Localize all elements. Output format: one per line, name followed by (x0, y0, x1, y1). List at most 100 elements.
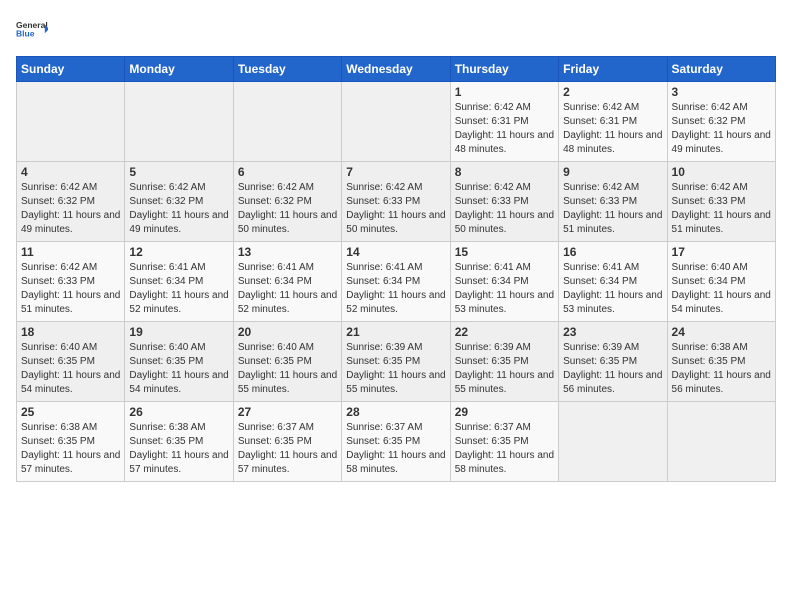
day-number: 22 (455, 325, 554, 339)
day-number: 13 (238, 245, 337, 259)
day-number: 28 (346, 405, 445, 419)
day-info: Sunrise: 6:42 AM Sunset: 6:32 PM Dayligh… (672, 101, 771, 157)
day-info: Sunrise: 6:41 AM Sunset: 6:34 PM Dayligh… (455, 261, 554, 317)
calendar-cell: 24Sunrise: 6:38 AM Sunset: 6:35 PM Dayli… (667, 322, 775, 402)
day-number: 25 (21, 405, 120, 419)
header: General Blue (16, 12, 776, 48)
day-info: Sunrise: 6:37 AM Sunset: 6:35 PM Dayligh… (455, 421, 554, 477)
day-number: 5 (129, 165, 228, 179)
calendar-cell: 26 Sunrise: 6:38 AM Sunset: 6:35 PM Dayli… (125, 402, 233, 482)
day-info: Sunrise: 6:42 AM Sunset: 6:33 PM Dayligh… (455, 181, 554, 237)
day-info: Sunrise: 6:42 AM Sunset: 6:33 PM Dayligh… (563, 181, 662, 237)
calendar-cell: 10Sunrise: 6:42 AM Sunset: 6:33 PM Dayli… (667, 162, 775, 242)
day-number: 16 (563, 245, 662, 259)
svg-text:Blue: Blue (16, 28, 35, 38)
calendar-cell: 9 Sunrise: 6:42 AM Sunset: 6:33 PM Daylig… (559, 162, 667, 242)
day-number: 19 (129, 325, 228, 339)
calendar-cell: 11 Sunrise: 6:42 AM Sunset: 6:33 PM Dayli… (17, 242, 125, 322)
day-info: Sunrise: 6:37 AM Sunset: 6:35 PM Dayligh… (346, 421, 445, 477)
calendar-cell (233, 82, 341, 162)
day-info: Sunrise: 6:42 AM Sunset: 6:32 PM Dayligh… (238, 181, 337, 237)
day-info: Sunrise: 6:40 AM Sunset: 6:35 PM Dayligh… (129, 341, 228, 397)
calendar-cell: 4 Sunrise: 6:42 AM Sunset: 6:32 PM Daylig… (17, 162, 125, 242)
calendar-cell: 3 Sunrise: 6:42 AM Sunset: 6:32 PM Daylig… (667, 82, 775, 162)
day-info: Sunrise: 6:38 AM Sunset: 6:35 PM Dayligh… (129, 421, 228, 477)
logo: General Blue (16, 12, 48, 48)
calendar-cell: 15 Sunrise: 6:41 AM Sunset: 6:34 PM Dayli… (450, 242, 558, 322)
day-info: Sunrise: 6:42 AM Sunset: 6:32 PM Dayligh… (21, 181, 120, 237)
day-info: Sunrise: 6:42 AM Sunset: 6:33 PM Dayligh… (21, 261, 120, 317)
day-number: 3 (672, 85, 771, 99)
calendar-cell: 1 Sunrise: 6:42 AM Sunset: 6:31 PM Daylig… (450, 82, 558, 162)
calendar-header-cell: Monday (125, 57, 233, 82)
day-info: Sunrise: 6:42 AM Sunset: 6:33 PM Dayligh… (346, 181, 445, 237)
day-number: 14 (346, 245, 445, 259)
calendar-cell: 29 Sunrise: 6:37 AM Sunset: 6:35 PM Dayli… (450, 402, 558, 482)
calendar-cell: 5 Sunrise: 6:42 AM Sunset: 6:32 PM Daylig… (125, 162, 233, 242)
day-number: 7 (346, 165, 445, 179)
page: General Blue SundayMondayTuesdayWednesda… (0, 0, 792, 612)
calendar-cell: 20 Sunrise: 6:40 AM Sunset: 6:35 PM Dayli… (233, 322, 341, 402)
calendar-cell (667, 402, 775, 482)
day-info: Sunrise: 6:40 AM Sunset: 6:35 PM Dayligh… (238, 341, 337, 397)
day-number: 8 (455, 165, 554, 179)
day-number: 21 (346, 325, 445, 339)
calendar-cell (17, 82, 125, 162)
calendar-cell: 18 Sunrise: 6:40 AM Sunset: 6:35 PM Dayli… (17, 322, 125, 402)
day-number: 17 (672, 245, 771, 259)
day-info: Sunrise: 6:40 AM Sunset: 6:34 PM Dayligh… (672, 261, 771, 317)
day-info: Sunrise: 6:41 AM Sunset: 6:34 PM Dayligh… (238, 261, 337, 317)
calendar-cell: 8 Sunrise: 6:42 AM Sunset: 6:33 PM Daylig… (450, 162, 558, 242)
calendar-cell: 6 Sunrise: 6:42 AM Sunset: 6:32 PM Daylig… (233, 162, 341, 242)
day-number: 27 (238, 405, 337, 419)
day-number: 26 (129, 405, 228, 419)
calendar-cell: 21 Sunrise: 6:39 AM Sunset: 6:35 PM Dayli… (342, 322, 450, 402)
calendar-cell: 23 Sunrise: 6:39 AM Sunset: 6:35 PM Dayli… (559, 322, 667, 402)
calendar-cell: 2 Sunrise: 6:42 AM Sunset: 6:31 PM Daylig… (559, 82, 667, 162)
calendar-header-row: SundayMondayTuesdayWednesdayThursdayFrid… (17, 57, 776, 82)
day-number: 15 (455, 245, 554, 259)
calendar-cell: 7 Sunrise: 6:42 AM Sunset: 6:33 PM Daylig… (342, 162, 450, 242)
calendar-cell: 28 Sunrise: 6:37 AM Sunset: 6:35 PM Dayli… (342, 402, 450, 482)
day-info: Sunrise: 6:42 AM Sunset: 6:31 PM Dayligh… (455, 101, 554, 157)
logo-svg: General Blue (16, 12, 48, 48)
day-info: Sunrise: 6:38 AM Sunset: 6:35 PM Dayligh… (672, 341, 771, 397)
day-number: 23 (563, 325, 662, 339)
day-number: 20 (238, 325, 337, 339)
day-number: 9 (563, 165, 662, 179)
calendar-week-row: 25 Sunrise: 6:38 AM Sunset: 6:35 PM Dayli… (17, 402, 776, 482)
day-info: Sunrise: 6:41 AM Sunset: 6:34 PM Dayligh… (563, 261, 662, 317)
day-info: Sunrise: 6:41 AM Sunset: 6:34 PM Dayligh… (346, 261, 445, 317)
day-info: Sunrise: 6:40 AM Sunset: 6:35 PM Dayligh… (21, 341, 120, 397)
day-info: Sunrise: 6:42 AM Sunset: 6:31 PM Dayligh… (563, 101, 662, 157)
calendar-week-row: 11 Sunrise: 6:42 AM Sunset: 6:33 PM Dayli… (17, 242, 776, 322)
day-number: 12 (129, 245, 228, 259)
calendar-cell: 19 Sunrise: 6:40 AM Sunset: 6:35 PM Dayli… (125, 322, 233, 402)
day-number: 29 (455, 405, 554, 419)
calendar-header-cell: Wednesday (342, 57, 450, 82)
day-number: 1 (455, 85, 554, 99)
calendar-header-cell: Friday (559, 57, 667, 82)
day-info: Sunrise: 6:39 AM Sunset: 6:35 PM Dayligh… (563, 341, 662, 397)
day-info: Sunrise: 6:42 AM Sunset: 6:32 PM Dayligh… (129, 181, 228, 237)
calendar-cell (559, 402, 667, 482)
day-info: Sunrise: 6:39 AM Sunset: 6:35 PM Dayligh… (455, 341, 554, 397)
day-info: Sunrise: 6:37 AM Sunset: 6:35 PM Dayligh… (238, 421, 337, 477)
day-number: 6 (238, 165, 337, 179)
day-info: Sunrise: 6:41 AM Sunset: 6:34 PM Dayligh… (129, 261, 228, 317)
calendar-table: SundayMondayTuesdayWednesdayThursdayFrid… (16, 56, 776, 482)
day-info: Sunrise: 6:38 AM Sunset: 6:35 PM Dayligh… (21, 421, 120, 477)
day-number: 2 (563, 85, 662, 99)
day-info: Sunrise: 6:39 AM Sunset: 6:35 PM Dayligh… (346, 341, 445, 397)
day-number: 4 (21, 165, 120, 179)
calendar-cell (125, 82, 233, 162)
day-number: 11 (21, 245, 120, 259)
calendar-cell: 16 Sunrise: 6:41 AM Sunset: 6:34 PM Dayli… (559, 242, 667, 322)
calendar-cell: 22 Sunrise: 6:39 AM Sunset: 6:35 PM Dayli… (450, 322, 558, 402)
calendar-week-row: 4 Sunrise: 6:42 AM Sunset: 6:32 PM Daylig… (17, 162, 776, 242)
calendar-cell: 25 Sunrise: 6:38 AM Sunset: 6:35 PM Dayli… (17, 402, 125, 482)
calendar-cell: 17 Sunrise: 6:40 AM Sunset: 6:34 PM Dayli… (667, 242, 775, 322)
day-number: 18 (21, 325, 120, 339)
calendar-header-cell: Tuesday (233, 57, 341, 82)
calendar-cell: 27 Sunrise: 6:37 AM Sunset: 6:35 PM Dayli… (233, 402, 341, 482)
